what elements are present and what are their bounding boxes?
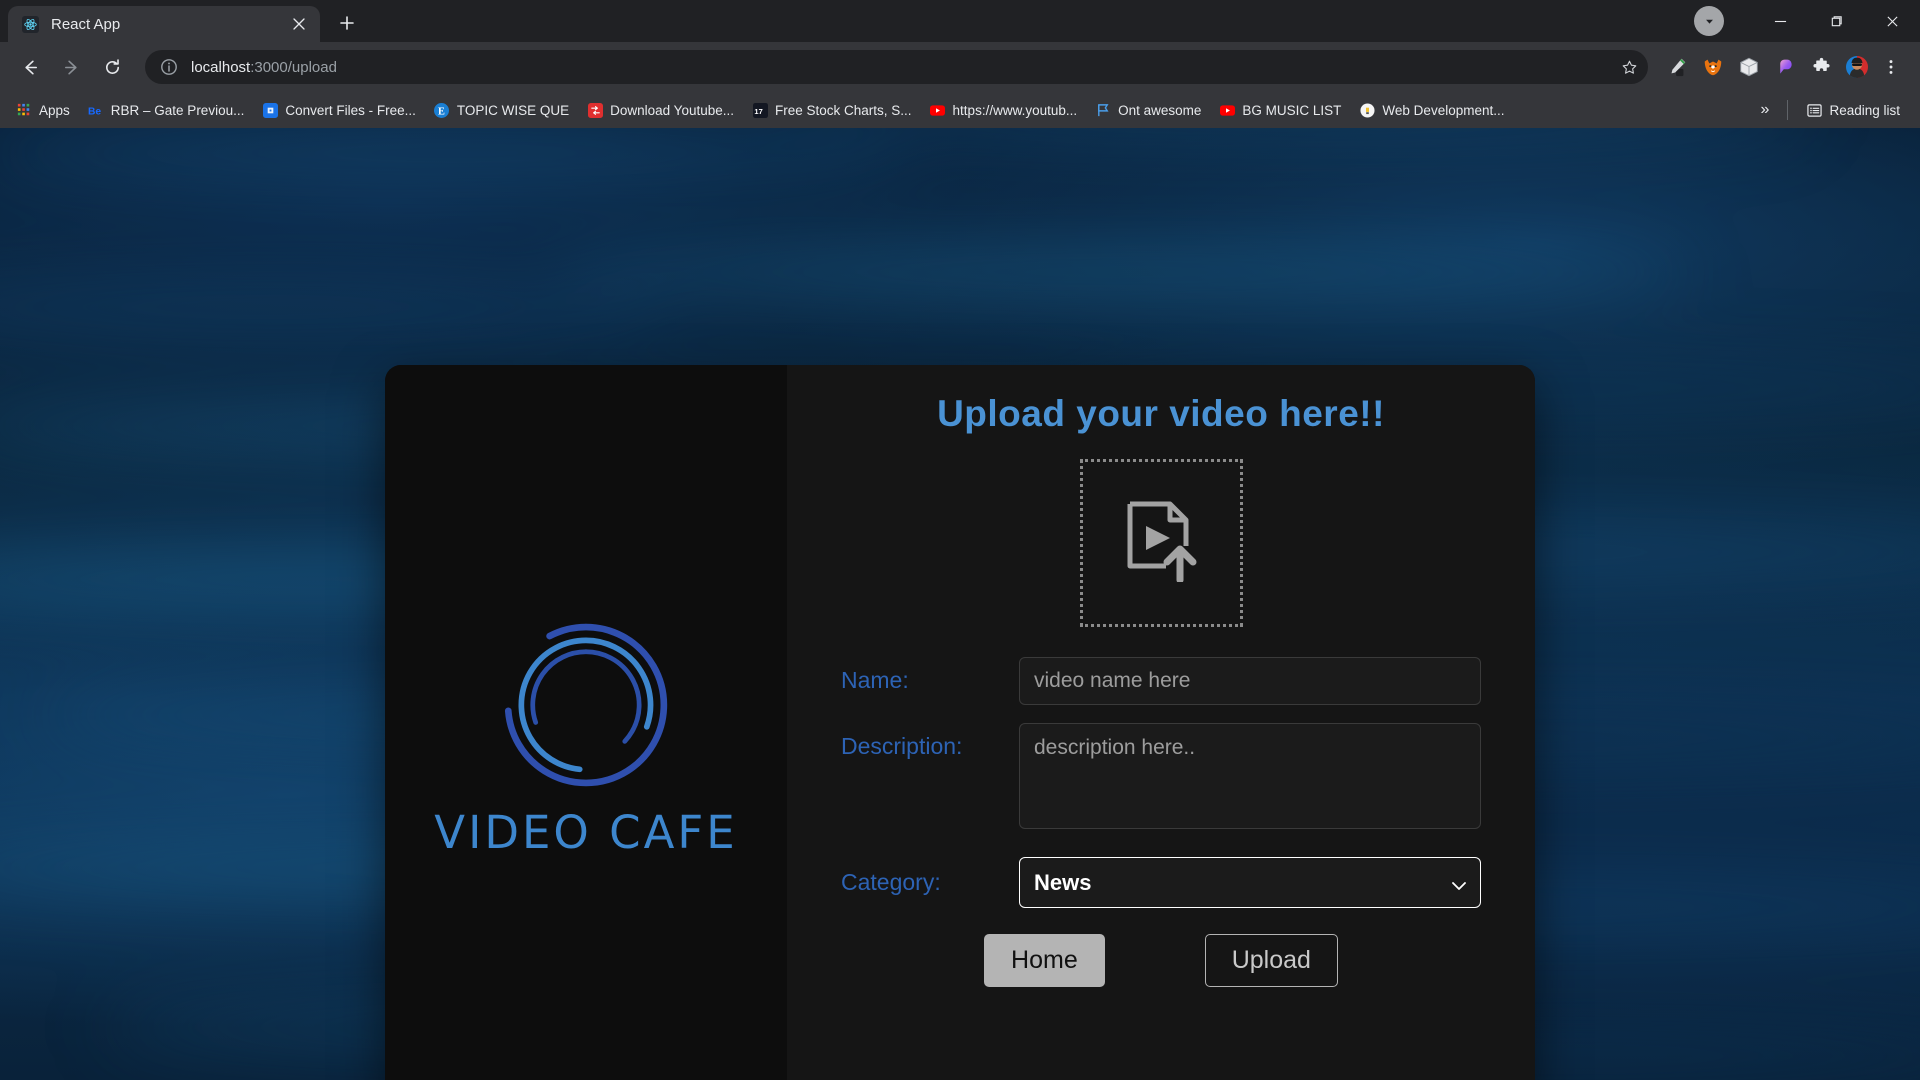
eyedropper-extension-icon[interactable] [1660,50,1694,84]
bookmark-label: Apps [39,102,70,118]
apps-grid-icon [16,102,32,118]
behance-icon: Be [88,102,104,118]
bookmark-item-7[interactable]: BG MUSIC LIST [1211,97,1349,123]
bookmark-label: TOPIC WISE QUE [456,102,570,118]
bookmark-item-2[interactable]: E TOPIC WISE QUE [426,97,577,123]
svg-text:Be: Be [88,106,101,117]
gradient-extension-icon[interactable] [1768,50,1802,84]
bookmark-apps[interactable]: Apps [8,97,78,123]
react-logo-icon [22,15,39,33]
bookmark-label: https://www.youtub... [952,102,1078,118]
bookmark-label: Free Stock Charts, S... [775,102,912,118]
window-controls [1694,0,1920,42]
bookmark-label: Ont awesome [1118,102,1202,118]
tab-strip: React App [0,0,1920,42]
page-viewport: VIDEO CAFE Upload your video here!! Name… [0,128,1920,1080]
tradingview-icon: 17 [752,102,768,118]
reading-list-button[interactable]: Reading list [1798,97,1908,123]
browser-toolbar: localhost:3000/upload [0,42,1920,92]
bookmark-item-8[interactable]: Web Development... [1351,97,1512,123]
reading-list-label: Reading list [1829,102,1900,118]
bookmark-item-1[interactable]: Convert Files - Free... [254,97,424,123]
bookmark-label: Web Development... [1382,102,1505,118]
brand-name: VIDEO CAFE [434,805,738,859]
bookmarks-overflow-button[interactable]: » [1753,101,1778,119]
bookmarks-bar-right: » Reading list [1749,97,1910,123]
convert-icon [262,102,278,118]
brand-panel: VIDEO CAFE [385,365,787,1080]
upload-form-panel: Upload your video here!! Name: video nam… [787,365,1535,1080]
bookmark-item-5[interactable]: https://www.youtub... [922,97,1086,123]
address-bar[interactable]: localhost:3000/upload [145,50,1648,84]
minimize-icon[interactable] [1752,0,1808,42]
description-row: Description: [841,723,1481,829]
edge-blue-icon: E [434,102,450,118]
reload-icon[interactable] [94,49,130,85]
divider [1787,100,1789,120]
puzzle-extensions-icon[interactable] [1804,50,1838,84]
upload-button[interactable]: Upload [1204,934,1338,987]
name-row: Name: [841,657,1481,705]
tab-search-icon[interactable] [1694,6,1724,36]
url-path: :3000/upload [250,58,337,76]
upload-form: Name: Description: Category: NewsMusicSp… [841,657,1481,987]
form-actions: Home Upload [841,934,1481,987]
description-label: Description: [841,733,963,759]
youtube-icon [930,102,946,118]
bookmarks-bar: Apps Be RBR – Gate Previou... Convert Fi… [0,92,1920,128]
flag-icon [1095,102,1111,118]
url-host: localhost [191,58,251,76]
category-select-wrapper: NewsMusicSportsEntertainmentEducationGam… [1019,857,1481,908]
close-icon[interactable] [1864,0,1920,42]
bookmark-label: Convert Files - Free... [285,102,416,118]
svg-text:E: E [438,106,445,117]
video-dropzone[interactable] [1079,459,1243,627]
fox-extension-icon[interactable] [1696,50,1730,84]
video-file-upload-icon [1124,500,1198,587]
bulb-icon [1359,102,1375,118]
bookmark-label: BG MUSIC LIST [1242,102,1342,118]
bookmark-item-3[interactable]: Download Youtube... [579,97,742,123]
browser-window: React App localhost:3000/upload Apps Be … [0,0,1920,1080]
video-description-input[interactable] [1019,723,1481,829]
video-name-input[interactable] [1019,657,1481,705]
home-button[interactable]: Home [984,934,1105,987]
name-label: Name: [841,667,909,693]
plus-icon [340,16,354,30]
bookmark-item-4[interactable]: 17 Free Stock Charts, S... [744,97,920,123]
page-title: Upload your video here!! [937,393,1385,434]
cube-extension-icon[interactable] [1732,50,1766,84]
maximize-icon[interactable] [1808,0,1864,42]
profile-avatar[interactable] [1840,50,1874,84]
download-red-icon [587,102,603,118]
tab-title: React App [51,15,121,33]
bookmark-label: RBR – Gate Previou... [110,102,245,118]
bookmark-label: Download Youtube... [610,102,734,118]
upload-card: VIDEO CAFE Upload your video here!! Name… [385,365,1535,1080]
new-tab-button[interactable] [330,6,364,40]
bookmark-item-6[interactable]: Ont awesome [1087,97,1209,123]
url-text: localhost:3000/upload [191,59,1616,76]
browser-tab[interactable]: React App [8,6,320,42]
category-row: Category: NewsMusicSportsEntertainmentEd… [841,857,1481,908]
youtube-icon [1219,102,1235,118]
bookmark-item-0[interactable]: Be RBR – Gate Previou... [80,97,253,123]
three-dot-menu-icon[interactable] [1874,50,1908,84]
close-icon[interactable] [288,13,310,35]
category-select[interactable]: NewsMusicSportsEntertainmentEducationGam… [1019,857,1481,908]
svg-text:17: 17 [754,106,762,115]
circle-swirl-logo-icon [491,610,681,800]
star-icon[interactable] [1616,54,1642,80]
info-circle-icon[interactable] [159,57,179,77]
category-label: Category: [841,869,941,895]
forward-arrow-icon[interactable] [53,49,89,85]
back-arrow-icon[interactable] [12,49,48,85]
reading-list-icon [1806,102,1822,118]
